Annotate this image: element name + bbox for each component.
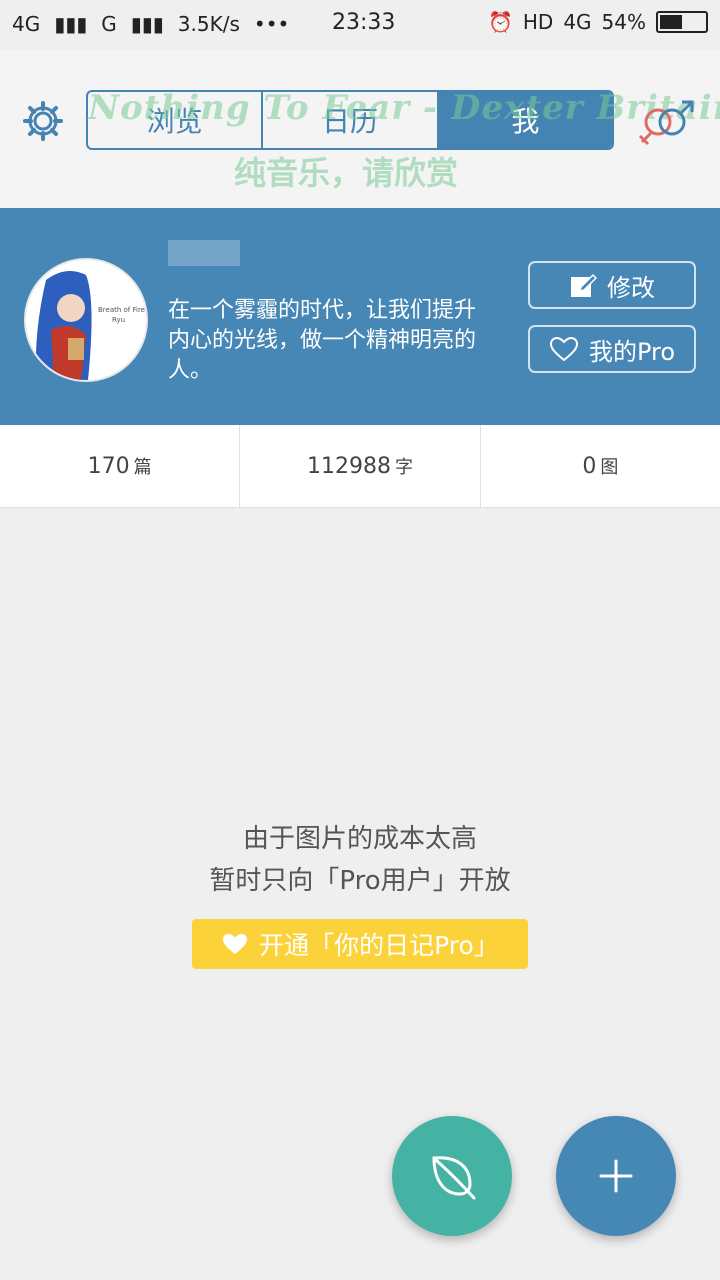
signal-indicator-2: G — [101, 12, 117, 36]
main-tabs: 浏览 日历 我 — [86, 90, 614, 150]
tab-calendar[interactable]: 日历 — [263, 92, 439, 148]
edit-profile-button[interactable]: 修改 — [528, 261, 696, 309]
profile-bio: 在一个雾霾的时代，让我们提升内心的光线，做一个精神明亮的人。 — [168, 298, 477, 383]
edit-label: 修改 — [607, 273, 655, 302]
music-overlay-subtitle: 纯音乐，请欣赏 — [234, 154, 459, 192]
stat-value: 0 — [582, 453, 597, 479]
gender-icon[interactable] — [636, 98, 698, 150]
tab-browse[interactable]: 浏览 — [88, 92, 264, 148]
more-dots: ••• — [253, 12, 290, 36]
avatar[interactable]: Breath of Fire Ryu — [24, 258, 148, 382]
heart-icon — [223, 933, 248, 955]
upgrade-pro-button[interactable]: 开通「你的日记Pro」 — [192, 919, 528, 969]
tab-me[interactable]: 我 — [438, 92, 612, 148]
status-left: 4G ▮▮▮ G ▮▮▮ 3.5K/s ••• — [12, 12, 289, 36]
my-pro-button[interactable]: 我的Pro — [528, 325, 696, 373]
stat-unit: 字 — [394, 457, 413, 478]
signal-indicator: 4G — [12, 12, 41, 36]
hd-indicator: HD — [522, 10, 554, 34]
upgrade-pro-label: 开通「你的日记Pro」 — [259, 931, 499, 960]
avatar-illustration: Breath of Fire Ryu — [26, 260, 146, 380]
stats-bar: 170 篇 112988 字 0 图 — [0, 425, 720, 508]
avatar-caption: Breath of Fire — [98, 306, 145, 314]
add-entry-button[interactable] — [556, 1116, 676, 1236]
stat-entries[interactable]: 170 篇 — [0, 425, 241, 507]
status-bar: 4G ▮▮▮ G ▮▮▮ 3.5K/s ••• 23:33 ⏰ HD 4G 54… — [0, 0, 720, 50]
profile-card: Breath of Fire Ryu 在一个雾霾的时代，让我们提升内心的光线，做… — [0, 208, 720, 425]
leaf-icon — [432, 1156, 476, 1200]
leaf-fab-button[interactable] — [392, 1116, 512, 1236]
stat-words[interactable]: 112988 字 — [240, 425, 481, 507]
plus-icon — [599, 1159, 633, 1193]
battery-percent: 54% — [601, 10, 646, 34]
stat-value: 170 — [87, 453, 130, 479]
stat-value: 112988 — [307, 453, 391, 479]
network-type: 4G — [563, 10, 592, 34]
stat-unit: 篇 — [133, 457, 152, 478]
heart-icon — [549, 336, 578, 362]
network-speed: 3.5K/s — [177, 12, 240, 36]
pro-label: 我的Pro — [588, 337, 676, 366]
gear-icon[interactable] — [22, 100, 64, 142]
stat-images[interactable]: 0 图 — [481, 425, 720, 507]
svg-text:Ryu: Ryu — [112, 316, 125, 324]
status-right: ⏰ HD 4G 54% — [488, 10, 708, 34]
edit-icon — [571, 273, 597, 297]
empty-message-line1: 由于图片的成本太高 — [242, 824, 477, 854]
top-header: 浏览 日历 我 Nothing To Fear - Dexter Britain… — [0, 50, 720, 209]
signal-bars-icon-2: ▮▮▮ — [130, 12, 164, 36]
clock: 23:33 — [332, 10, 396, 35]
empty-message-line2: 暂时只向「Pro用户」开放 — [209, 866, 511, 896]
username-blurred — [168, 240, 240, 266]
stat-unit: 图 — [600, 457, 619, 478]
signal-bars-icon: ▮▮▮ — [54, 12, 88, 36]
battery-icon — [656, 11, 708, 33]
alarm-icon: ⏰ — [487, 10, 513, 34]
